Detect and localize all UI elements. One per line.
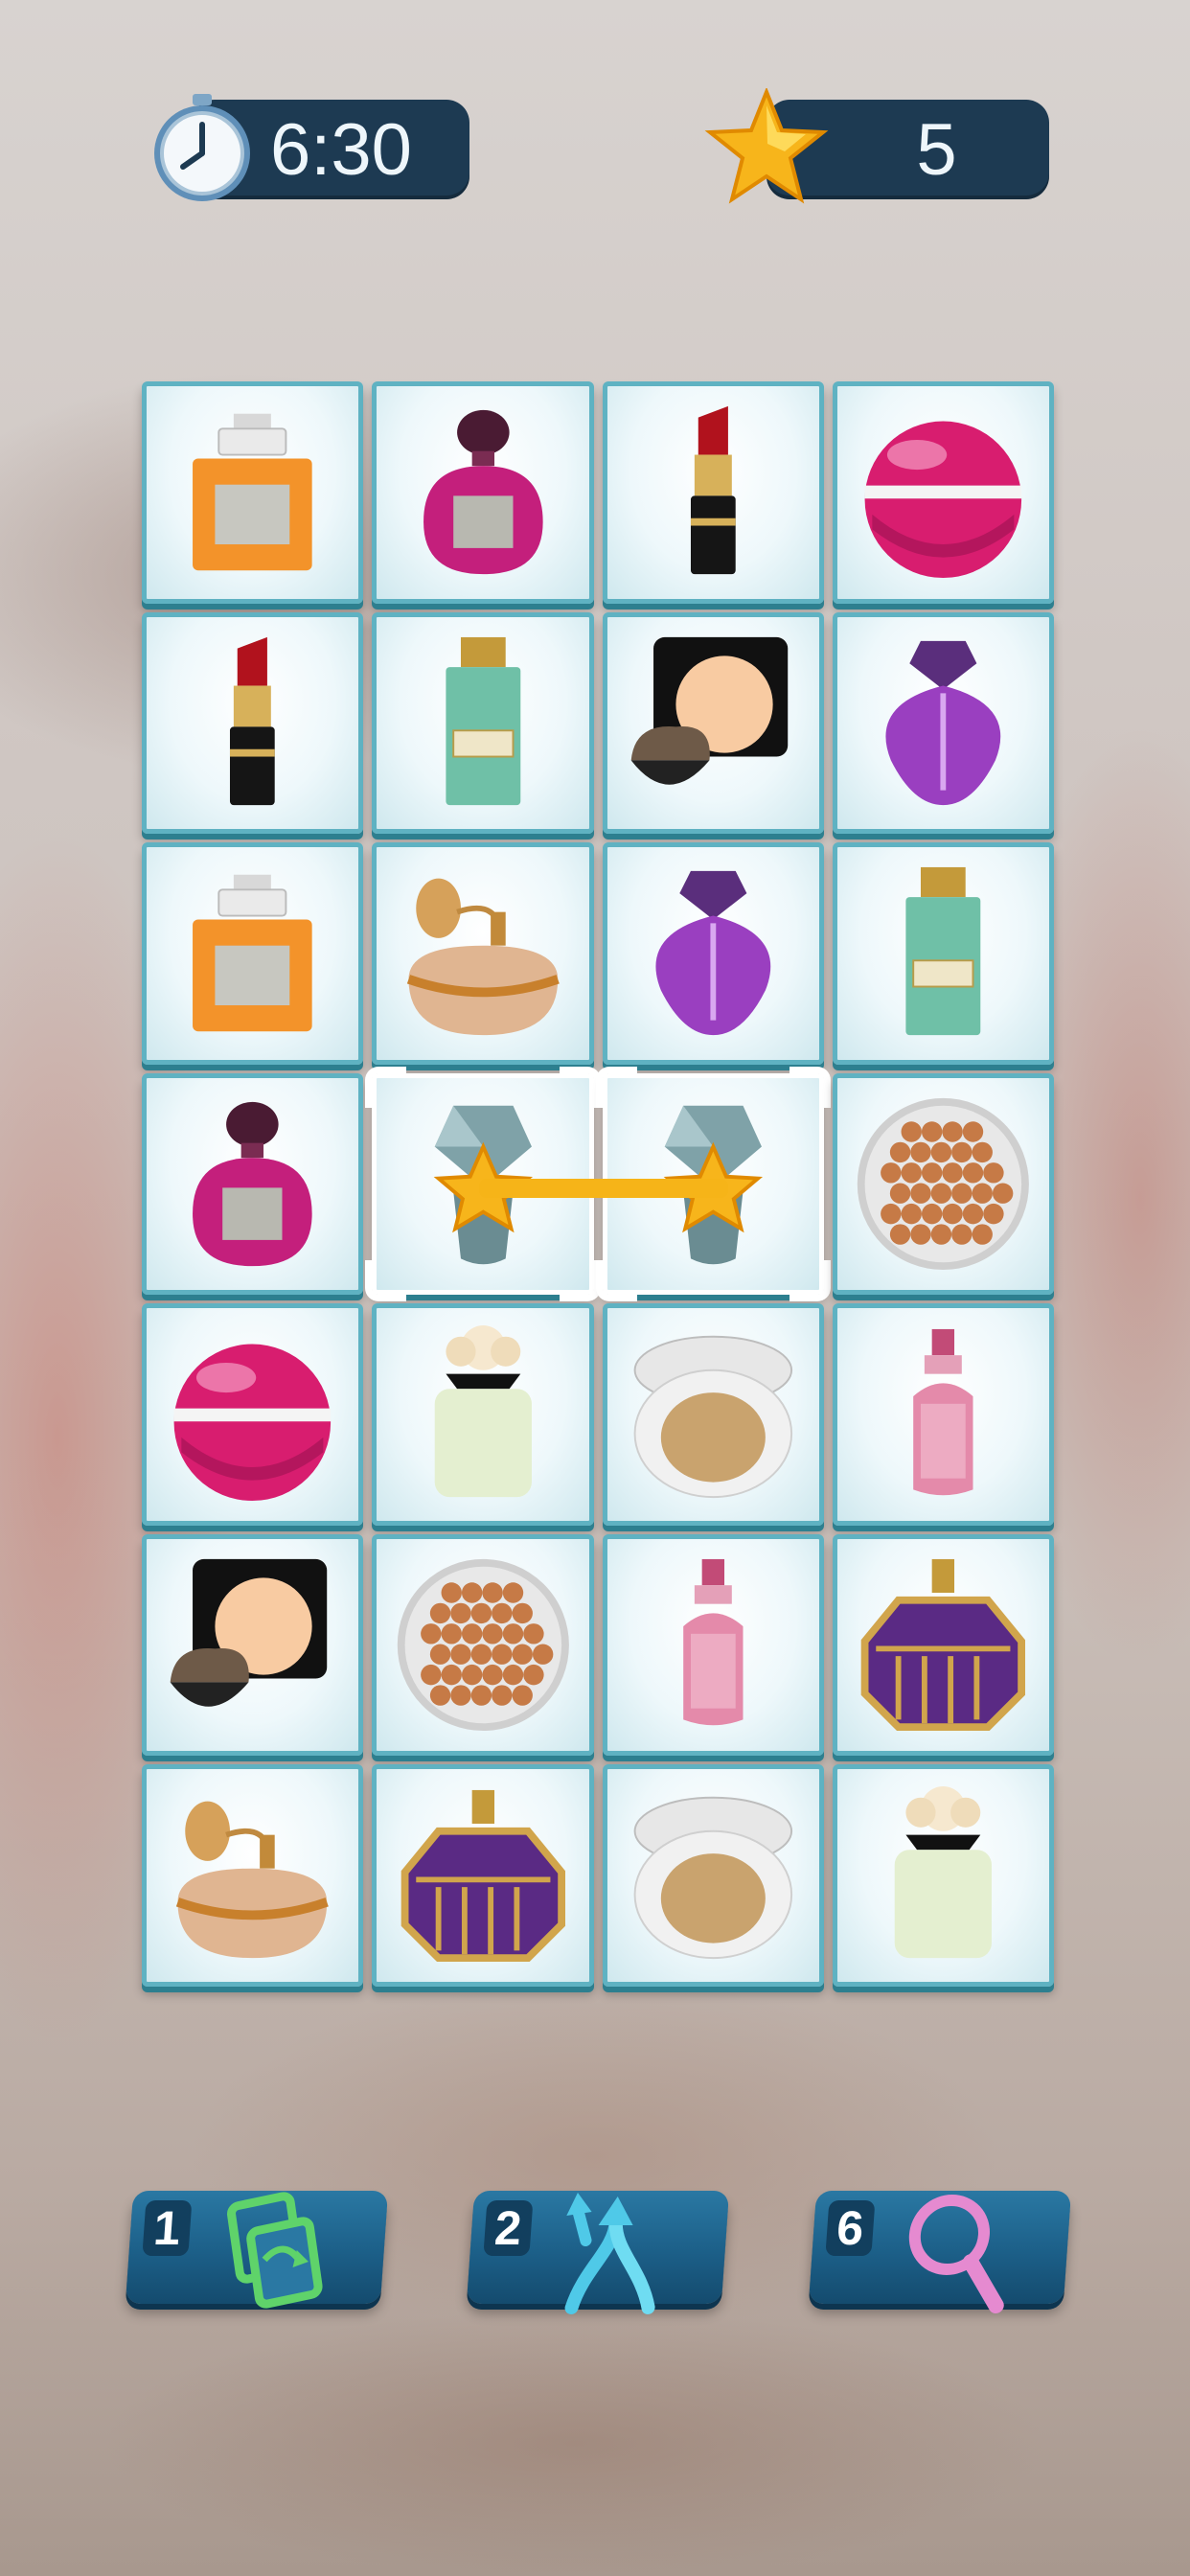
tile-green-perfume[interactable] [832,842,1054,1065]
tile-crystal-perfume[interactable] [595,1066,831,1302]
selection-corner [595,1066,637,1108]
tile-violet-ornate-perfume[interactable] [372,1764,594,1987]
tile-bronzing-pearls[interactable] [372,1533,594,1757]
tile-pink-perfume[interactable] [372,381,594,604]
tile-green-perfume[interactable] [372,611,594,835]
selection-corner [559,1066,601,1108]
tile-pink-perfume[interactable] [142,1072,364,1296]
green-perfume-icon [445,636,520,806]
tile-orange-perfume[interactable] [142,381,364,604]
search-button[interactable]: 6 [808,2191,1072,2313]
tile-pink-serum-bottle[interactable] [602,1533,824,1757]
star-icon [704,88,829,204]
bronzing-pearls-icon [857,1097,1029,1271]
crossing-arrows-icon [564,2193,655,2314]
search-count: 6 [825,2200,876,2256]
crystal-perfume-icon [663,1105,763,1265]
tile-violet-ornate-perfume[interactable] [832,1533,1054,1757]
tile-pink-serum-bottle[interactable] [832,1303,1054,1526]
selection-corner [789,1066,831,1108]
tile-purple-perfume[interactable] [602,842,824,1065]
selection-corner [789,1260,831,1302]
selection-corner [595,1260,637,1302]
pink-perfume-icon [423,410,543,575]
red-lipstick-icon [690,406,736,575]
purple-perfume-icon [655,871,771,1036]
shuffle-count: 1 [142,2200,193,2256]
tile-cushion-compact[interactable] [602,1303,824,1526]
orange-perfume-icon [193,414,312,571]
pink-sphere-perfume-icon [864,421,1022,579]
green-perfume-icon [905,867,981,1036]
hint-button[interactable]: 2 [466,2191,730,2314]
violet-ornate-perfume-icon [400,1789,565,1962]
tile-compact-powder[interactable] [602,611,824,835]
tile-red-lipstick[interactable] [142,611,364,835]
tile-board [142,381,1054,1987]
pink-serum-bottle-icon [913,1328,973,1495]
tile-orange-perfume[interactable] [142,842,364,1065]
floral-perfume-icon [894,1785,992,1958]
shuffle-button[interactable]: 1 [125,2191,389,2309]
tile-red-lipstick[interactable] [602,381,824,604]
selection-corner [365,1066,407,1108]
tile-atomizer-bowl[interactable] [142,1764,364,1987]
tile-purple-perfume[interactable] [832,611,1054,835]
tile-crystal-perfume[interactable] [365,1066,601,1302]
red-lipstick-icon [230,636,275,806]
crystal-perfume-icon [433,1105,533,1265]
tile-pink-sphere-perfume[interactable] [832,381,1054,604]
atomizer-bowl-icon [176,1801,330,1958]
cushion-compact-icon [633,1796,792,1959]
shuffle-icon [227,2192,323,2309]
compact-powder-icon [170,1559,328,1707]
tile-floral-perfume[interactable] [372,1303,594,1526]
tile-atomizer-bowl[interactable] [372,842,594,1065]
violet-ornate-perfume-icon [860,1559,1026,1732]
purple-perfume-icon [885,640,1001,806]
cushion-compact-icon [633,1335,792,1498]
tile-bronzing-pearls[interactable] [832,1072,1054,1296]
selection-corner [559,1260,601,1302]
floral-perfume-icon [434,1324,532,1497]
magnifier-icon [908,2195,1004,2313]
stars-count-text: 5 [916,108,957,191]
selection-corner [365,1260,407,1302]
stopwatch-icon [154,94,250,201]
bronzing-pearls-icon [397,1559,569,1732]
timer-text: 6:30 [270,108,412,191]
tile-floral-perfume[interactable] [832,1764,1054,1987]
orange-perfume-icon [193,875,312,1032]
compact-powder-icon [630,636,788,785]
tile-compact-powder[interactable] [142,1533,364,1757]
hint-count: 2 [483,2200,534,2256]
pink-sphere-perfume-icon [173,1344,332,1501]
pink-perfume-icon [193,1101,312,1267]
tile-cushion-compact[interactable] [602,1764,824,1987]
tile-pink-sphere-perfume[interactable] [142,1303,364,1526]
pink-serum-bottle-icon [682,1559,744,1726]
atomizer-bowl-icon [406,879,560,1036]
